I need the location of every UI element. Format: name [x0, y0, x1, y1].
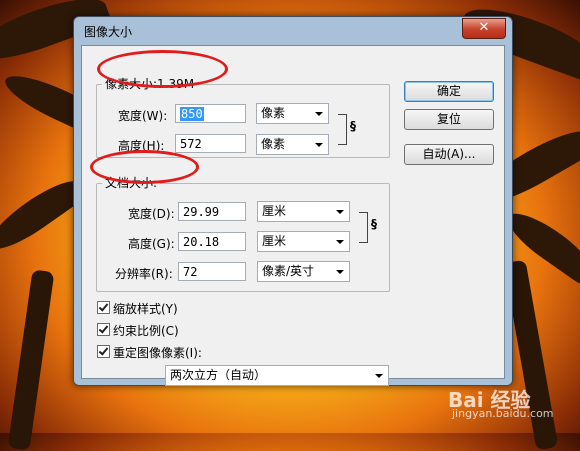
checkbox-checked-icon — [97, 345, 110, 358]
pixel-width-unit-select[interactable]: 像素 — [256, 103, 329, 124]
palm-trunk-left — [7, 269, 55, 451]
ok-button[interactable]: 确定 — [404, 81, 494, 102]
title-bar[interactable]: 图像大小 ✕ — [74, 17, 512, 45]
pixel-width-value: 850 — [180, 107, 204, 121]
resample-method: 两次立方（自动） — [170, 368, 267, 382]
chevron-down-icon — [315, 143, 323, 147]
reset-button[interactable]: 复位 — [404, 109, 494, 130]
auto-button[interactable]: 自动(A)... — [404, 144, 494, 165]
checkbox-checked-icon — [97, 323, 110, 336]
resolution-value: 72 — [183, 265, 198, 279]
annotation-oval-document-size — [90, 150, 199, 184]
scale-styles-label: 缩放样式(Y) — [113, 302, 178, 316]
doc-width-input[interactable]: 29.99 — [178, 202, 246, 221]
close-button[interactable]: ✕ — [462, 18, 506, 39]
doc-height-input[interactable]: 20.18 — [178, 232, 246, 251]
doc-height-unit-select[interactable]: 厘米 — [257, 231, 350, 252]
resolution-unit: 像素/英寸 — [262, 264, 315, 278]
doc-height-label: 高度(G): — [128, 237, 175, 251]
chain-link-icon: § — [350, 119, 356, 133]
annotation-oval-pixel-size — [97, 50, 228, 88]
resample-method-select[interactable]: 两次立方（自动） — [165, 365, 389, 386]
chevron-down-icon — [375, 374, 383, 378]
chevron-down-icon — [315, 112, 323, 116]
pixel-height-input[interactable]: 572 — [175, 134, 246, 153]
doc-width-label: 宽度(D): — [128, 207, 175, 221]
chevron-down-icon — [336, 210, 344, 214]
baidu-watermark-url: jingyan.baidu.com — [452, 407, 554, 420]
doc-width-unit-select[interactable]: 厘米 — [257, 201, 350, 222]
constrain-proportions-label: 约束比例(C) — [113, 324, 179, 338]
pixel-width-unit: 像素 — [261, 106, 286, 120]
dialog-title: 图像大小 — [84, 25, 133, 39]
constrain-bracket — [338, 114, 347, 145]
chevron-down-icon — [336, 270, 344, 274]
resolution-input[interactable]: 72 — [178, 262, 246, 281]
pixel-height-unit: 像素 — [261, 137, 286, 151]
doc-width-value: 29.99 — [183, 205, 220, 219]
resolution-label: 分辨率(R): — [115, 267, 173, 281]
resample-label: 重定图像像素(I): — [113, 346, 202, 360]
pixel-width-label: 宽度(W): — [118, 109, 168, 123]
resolution-unit-select[interactable]: 像素/英寸 — [257, 261, 350, 282]
pixel-width-input[interactable]: 850 — [175, 104, 246, 123]
checkbox-checked-icon — [97, 301, 110, 314]
constrain-proportions-checkbox[interactable]: 约束比例(C) — [97, 322, 179, 339]
chain-link-icon: § — [371, 217, 377, 231]
chevron-down-icon — [336, 240, 344, 244]
constrain-bracket — [359, 212, 368, 243]
resample-checkbox[interactable]: 重定图像像素(I): — [97, 344, 202, 361]
doc-height-unit: 厘米 — [262, 234, 287, 248]
scale-styles-checkbox[interactable]: 缩放样式(Y) — [97, 300, 178, 317]
doc-height-value: 20.18 — [183, 235, 220, 249]
pixel-height-unit-select[interactable]: 像素 — [256, 134, 329, 155]
doc-width-unit: 厘米 — [262, 204, 287, 218]
pixel-height-value: 572 — [180, 137, 202, 151]
dialog-body: 像素大小:1.39M 宽度(W): 850 像素 高度(H): 572 像素 §… — [81, 45, 505, 386]
